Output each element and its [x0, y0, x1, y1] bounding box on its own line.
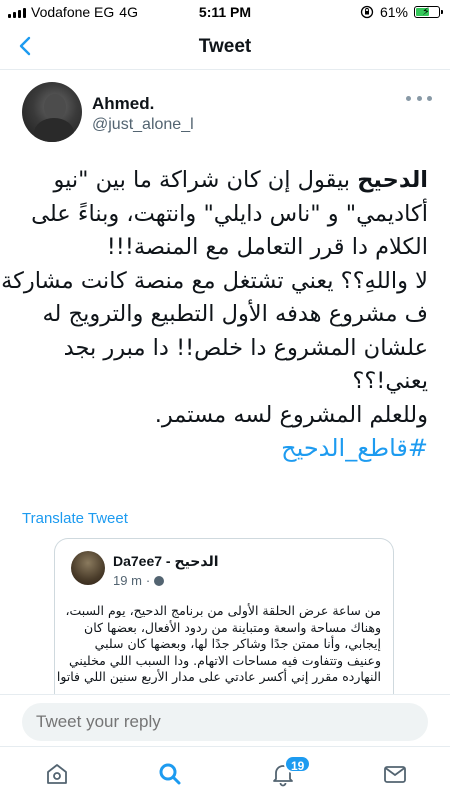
separator-dot: ·	[145, 573, 151, 588]
quoted-line: وعنيف وتتفاوت فيه مساحات الاتهام. ودا ال…	[68, 652, 381, 668]
notification-badge: 19	[284, 755, 312, 773]
charging-icon: ⚡	[422, 6, 430, 18]
tweet-text: الدحيح بيقول إن كان شراكة ما بين "نيو أك…	[1, 164, 428, 466]
translate-tweet-link[interactable]: Translate Tweet	[22, 510, 128, 527]
quoted-line: النهارده مقرر إني أكسر عادتي على مدار ال…	[56, 669, 381, 684]
reply-input[interactable]	[22, 703, 428, 741]
author-handle[interactable]: @just_alone_l	[92, 116, 194, 134]
quoted-line: إيجابي، وأنا ممتن جدًا وشاكر جدًا لها، و…	[94, 636, 381, 651]
tweet-author: Ahmed. @just_alone_l	[22, 82, 432, 146]
tweet-line: ف مشروع هدفه الأول التطبيع والترويج له	[42, 301, 428, 327]
tab-bar: 19	[0, 746, 450, 800]
tweet-line-text: بيقول إن كان شراكة ما بين "نيو	[53, 167, 358, 193]
avatar[interactable]	[22, 82, 82, 142]
tweet-line: علشان المشروع دا خلص!! دا مبرر بجد	[63, 334, 428, 361]
tweet-line: لا واللهِ؟؟ يعني تشتغل مع منصة كانت مشار…	[1, 267, 428, 294]
more-options-icon[interactable]	[406, 90, 432, 106]
battery-icon: ⚡	[414, 6, 443, 18]
quoted-line: وهناك مساحة واسعة ومتباينة من ردود الأفع…	[84, 619, 381, 635]
orientation-lock-icon	[360, 5, 374, 19]
header: Tweet	[0, 24, 450, 70]
quoted-text: من ساعة عرض الحلقة الأولى من برنامج الدح…	[56, 603, 381, 686]
tweet-line: الكلام دا قرر التعامل مع المنصة!!!	[106, 234, 428, 260]
tweet-line: يعني!؟؟	[352, 368, 428, 394]
author-name[interactable]: Ahmed.	[92, 94, 154, 114]
tweet-line: الدحيح بيقول إن كان شراكة ما بين "نيو	[18, 164, 428, 198]
search-icon[interactable]	[157, 761, 183, 787]
quoted-line: من ساعة عرض الحلقة الأولى من برنامج الدح…	[65, 603, 381, 618]
quoted-tweet[interactable]: Da7ee7 - الدحيح 19 m · من ساعة عرض الحلق…	[54, 538, 394, 694]
status-bar: Vodafone EG 4G 5:11 PM 61% ⚡	[0, 0, 450, 24]
hashtag-link[interactable]: #قاطع_الدحيح	[18, 432, 428, 466]
reply-area	[0, 694, 450, 746]
quoted-avatar	[71, 551, 105, 585]
tweet-line: أكاديمي" و "ناس دايلي" وانتهت، وبناءً عل…	[31, 200, 428, 227]
quoted-meta: 19 m ·	[113, 573, 165, 588]
globe-icon	[154, 575, 165, 586]
tweet-line: وللعلم المشروع لسه مستمر.	[154, 401, 428, 428]
messages-icon[interactable]	[382, 761, 408, 787]
tweet-line-bold: الدحيح	[357, 167, 428, 193]
quoted-author-name: Da7ee7 - الدحيح	[113, 553, 219, 569]
home-icon[interactable]	[44, 761, 70, 787]
battery-percent: 61%	[379, 4, 408, 20]
quoted-time: 19 m	[113, 573, 142, 588]
status-right: 61% ⚡	[360, 4, 443, 20]
page-title: Tweet	[198, 36, 252, 57]
